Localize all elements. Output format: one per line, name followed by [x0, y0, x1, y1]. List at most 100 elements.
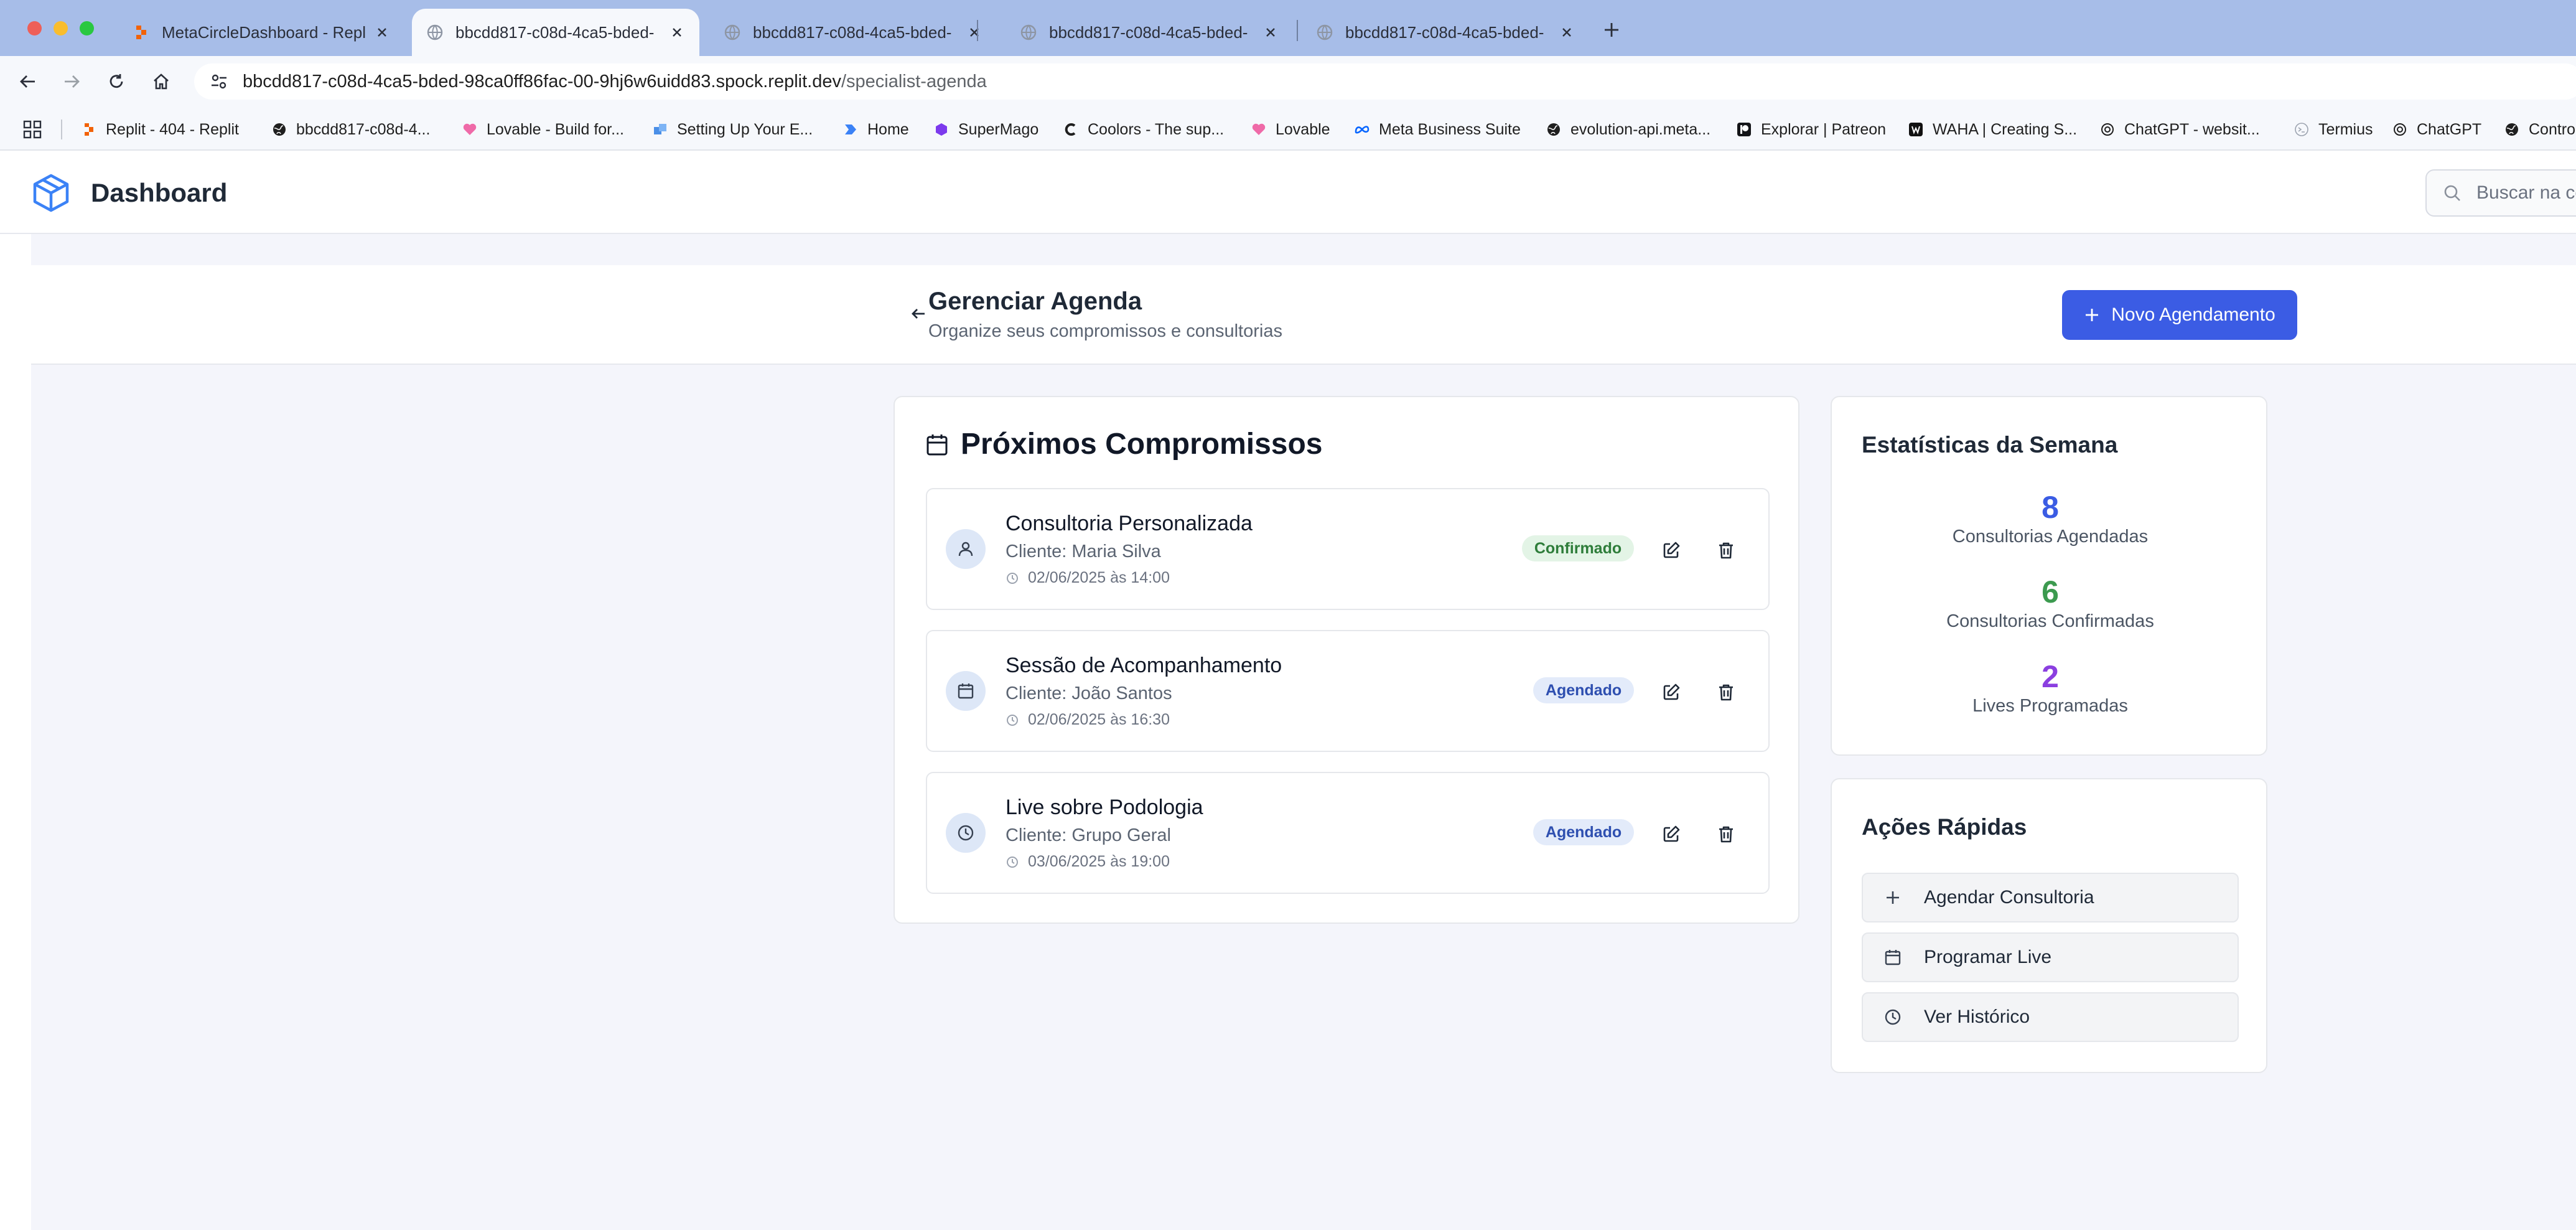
appointment-datetime-text: 02/06/2025 às 14:00: [1028, 569, 1170, 586]
back-arrow-icon[interactable]: [14, 67, 42, 96]
browser-tab[interactable]: bbcdd817-c08d-4ca5-bded-: [1006, 9, 1293, 56]
browser-tab-active[interactable]: bbcdd817-c08d-4ca5-bded-: [412, 9, 699, 56]
stat-label: Lives Programadas: [1972, 696, 2128, 716]
tab-separator: [977, 20, 978, 41]
app-title: Dashboard: [91, 178, 228, 207]
bookmark-item[interactable]: Home: [842, 118, 909, 141]
bookmark-item[interactable]: Contro: [2504, 118, 2575, 141]
edit-icon[interactable]: [1656, 535, 1686, 565]
page-subtitle: Organize seus compromissos e consultoria…: [928, 321, 1282, 341]
new-appointment-button[interactable]: Novo Agendamento: [2062, 290, 2297, 340]
calendar-icon: [946, 671, 986, 711]
close-tab-icon[interactable]: [966, 24, 983, 41]
quick-action-button[interactable]: Programar Live: [1862, 932, 2239, 982]
bookmark-item[interactable]: Meta Business Suite: [1354, 118, 1521, 141]
weekly-stats-card: Estatísticas da Semana 8 Consultorias Age…: [1831, 396, 2267, 756]
bookmark-label: Home: [867, 120, 909, 138]
appointment-title: Sessão de Acompanhamento: [1006, 654, 1282, 677]
clock-icon: [1006, 571, 1019, 585]
squares-icon: [652, 121, 668, 138]
reload-icon[interactable]: [102, 67, 131, 96]
bookmark-item[interactable]: WAHA | Creating S...: [1908, 118, 2077, 141]
quick-action-button[interactable]: Ver Histórico: [1862, 992, 2239, 1042]
trash-icon[interactable]: [1711, 677, 1741, 707]
app-header: Dashboard: [0, 151, 2576, 234]
bookmark-item[interactable]: bbcdd817-c08d-4...: [271, 118, 430, 141]
quick-action-button[interactable]: Agendar Consultoria: [1862, 873, 2239, 922]
browser-tab[interactable]: bbcdd817-c08d-4ca5-bded-: [709, 9, 997, 56]
trash-icon[interactable]: [1711, 535, 1741, 565]
forward-arrow-icon[interactable]: [57, 67, 86, 96]
bookmark-item[interactable]: Coolors - The sup...: [1063, 118, 1224, 141]
user-icon: [946, 529, 986, 569]
search-icon: [2443, 184, 2462, 202]
appointment-datetime-text: 02/06/2025 às 16:30: [1028, 711, 1170, 728]
edit-icon[interactable]: [1656, 819, 1686, 849]
window-close-button[interactable]: [27, 21, 42, 35]
bookmark-label: ChatGPT - websit...: [2124, 120, 2260, 138]
search-field[interactable]: [2425, 169, 2576, 217]
close-tab-icon[interactable]: [668, 24, 686, 41]
quick-action-label: Agendar Consultoria: [1924, 887, 2094, 908]
globe-icon: [1019, 23, 1038, 42]
window-minimize-button[interactable]: [54, 21, 68, 35]
appointment-client: Cliente: Grupo Geral: [1006, 825, 1171, 845]
quick-actions-heading: Ações Rápidas: [1862, 814, 2027, 840]
quick-action-label: Ver Histórico: [1924, 1007, 2030, 1027]
bookmark-item[interactable]: Lovable: [1251, 118, 1330, 141]
lovable-heart-icon: [462, 121, 478, 138]
appointment-datetime-text: 03/06/2025 às 19:00: [1028, 853, 1170, 870]
status-badge: Agendado: [1533, 819, 1634, 845]
bookmark-item[interactable]: SuperMago: [933, 118, 1038, 141]
replit-icon: [132, 23, 151, 42]
termius-icon: [2294, 121, 2310, 138]
bookmark-label: Termius: [2318, 120, 2373, 138]
bookmark-item[interactable]: Termius: [2294, 118, 2373, 141]
appointment-client: Cliente: João Santos: [1006, 683, 1172, 703]
bookmark-item[interactable]: Replit - 404 - Replit: [81, 118, 239, 141]
globe-icon: [2504, 121, 2520, 138]
close-tab-icon[interactable]: [1262, 24, 1279, 41]
stat-value: 6: [2042, 575, 2059, 609]
close-tab-icon[interactable]: [373, 24, 391, 41]
calendar-icon: [925, 432, 950, 457]
stat-item: 2 Lives Programadas: [1832, 659, 2269, 716]
apps-grid-icon[interactable]: [22, 120, 42, 139]
stats-heading: Estatísticas da Semana: [1862, 432, 2118, 458]
browser-tab[interactable]: bbcdd817-c08d-4ca5-bded-: [1302, 9, 1589, 56]
new-tab-button[interactable]: [1600, 19, 1623, 41]
appointment-datetime: 02/06/2025 às 16:30: [1006, 711, 1170, 729]
home-icon[interactable]: [147, 67, 175, 96]
appointment-client: Cliente: Maria Silva: [1006, 542, 1161, 561]
bookmark-label: WAHA | Creating S...: [1933, 120, 2078, 138]
bookmark-label: bbcdd817-c08d-4...: [296, 120, 431, 138]
bookmark-label: Explorar | Patreon: [1761, 120, 1887, 138]
appointment-datetime: 02/06/2025 às 14:00: [1006, 569, 1170, 587]
bookmark-item[interactable]: evolution-api.meta...: [1546, 118, 1710, 141]
tab-title: MetaCircleDashboard - Replit: [162, 22, 366, 42]
bookmark-item[interactable]: Setting Up Your E...: [652, 118, 813, 141]
close-tab-icon[interactable]: [1558, 24, 1575, 41]
edit-icon[interactable]: [1656, 677, 1686, 707]
home-arrow-icon: [842, 121, 859, 138]
bookmark-item[interactable]: Lovable - Build for...: [462, 118, 624, 141]
plus-icon: [1882, 886, 1904, 909]
browser-tab[interactable]: MetaCircleDashboard - Replit: [118, 9, 404, 56]
bookmark-item[interactable]: Explorar | Patreon: [1736, 118, 1886, 141]
clock-icon: [1006, 713, 1019, 727]
trash-icon[interactable]: [1711, 819, 1741, 849]
browser-toolbar: bbcdd817-c08d-4ca5-bded-98ca0ff86fac-00-…: [0, 56, 2576, 107]
bookmark-item[interactable]: ChatGPT - websit...: [2099, 118, 2260, 141]
address-bar[interactable]: bbcdd817-c08d-4ca5-bded-98ca0ff86fac-00-…: [194, 63, 2576, 100]
bookmark-item[interactable]: ChatGPT: [2392, 118, 2481, 141]
patreon-icon: [1736, 121, 1752, 138]
window-zoom-button[interactable]: [80, 21, 94, 35]
bookmark-label: Setting Up Your E...: [677, 120, 813, 138]
appointments-heading: Próximos Compromissos: [925, 427, 1322, 461]
calendar-icon: [1882, 946, 1904, 969]
site-settings-icon[interactable]: [205, 68, 233, 95]
url-host: bbcdd817-c08d-4ca5-bded-98ca0ff86fac-00-…: [243, 71, 841, 92]
cube-logo-icon[interactable]: [30, 172, 72, 214]
replit-icon: [81, 121, 97, 138]
search-input[interactable]: [2475, 182, 2576, 204]
